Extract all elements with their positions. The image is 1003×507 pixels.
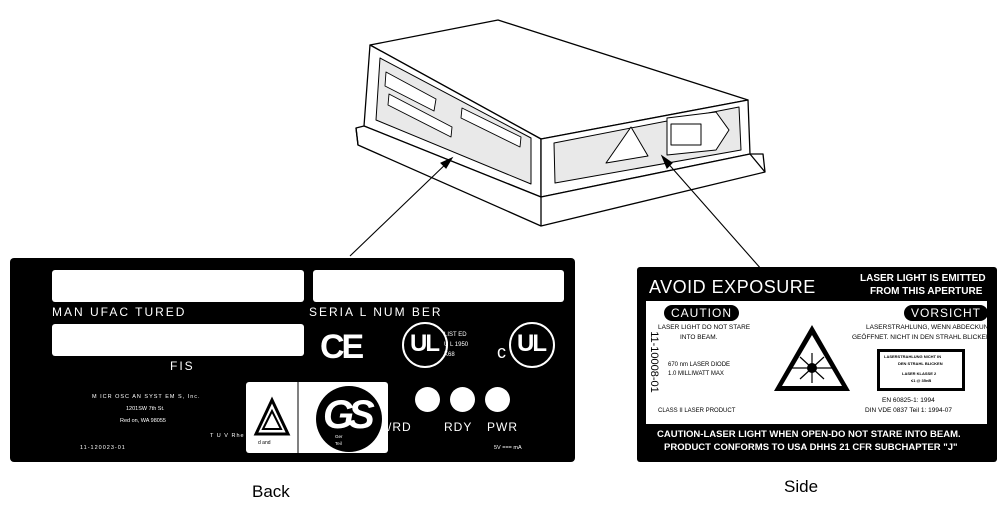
- ul-listed-text: LIST ED: [444, 332, 467, 338]
- fis-label: FIS: [170, 359, 195, 373]
- rdy-led-label: RDY: [444, 420, 473, 434]
- caution-text-2: INTO BEAM.: [680, 334, 718, 341]
- din-standard-text: DIN VDE 0837 Teil 1: 1994-07: [865, 407, 952, 414]
- gd-led-indicator: [415, 387, 440, 412]
- tuv-text: T U V Rhe: [210, 433, 245, 439]
- vorsicht-text-1: LASERSTRAHLUNG, WENN ABDECKUNG: [866, 324, 994, 331]
- diode-text-2: 1.0 MILLIWATT MAX: [668, 371, 724, 377]
- ul-mark-text: UL: [410, 330, 440, 357]
- gs-small-text-1: d and: [258, 440, 271, 446]
- avoid-exposure-heading: AVOID EXPOSURE: [649, 277, 816, 297]
- rdy-led-indicator: [450, 387, 475, 412]
- power-rating: 5V === mA: [494, 445, 522, 451]
- fis-field: [52, 324, 304, 356]
- en-standard-text: EN 60825-1: 1994: [882, 397, 935, 404]
- laser-warning-icon: [774, 325, 850, 391]
- ul-ref-text: K68: [444, 352, 455, 358]
- vertical-part-number: 11-10008-01: [648, 331, 660, 393]
- back-label-panel: MAN UFAC TURED SERIA L NUM BER FIS CE UL…: [10, 258, 575, 462]
- serial-number-field: [313, 270, 564, 302]
- back-caption: Back: [252, 482, 290, 501]
- german-box-text-3: LASER KLASSE 2: [902, 371, 937, 376]
- gs-mark-text: GS: [323, 393, 375, 437]
- company-name: M ICR OSC AN SYST EM S, Inc.: [92, 394, 201, 400]
- gs-mark-icon: GS: [316, 386, 382, 452]
- tuv-gs-badge: GS d and Ger Teil: [246, 382, 388, 453]
- aperture-text-2: FROM THIS APERTURE: [870, 286, 983, 297]
- vorsicht-badge: VORSICHT: [904, 305, 989, 321]
- german-box-text-1: LASERSTRAHLUNG NICHT IN: [884, 354, 942, 359]
- cul-mark-icon: UL: [509, 322, 555, 368]
- company-city: Red on, WA 98055: [120, 418, 166, 424]
- pwr-led-label: PWR: [487, 420, 518, 434]
- side-label-panel: AVOID EXPOSURE LASER LIGHT IS EMITTED FR…: [637, 267, 997, 462]
- c-prefix: c: [497, 342, 506, 362]
- gs-small-text-3: Teil: [335, 441, 342, 446]
- vorsicht-text-2: GEÖFFNET. NICHT IN DEN STRAHL BLICKEN: [852, 334, 991, 341]
- ul-code-text: U L 1950: [444, 342, 469, 348]
- footer-conformance-text: PRODUCT CONFORMS TO USA DHHS 21 CFR SUBC…: [664, 442, 958, 453]
- part-number: 11-120023-01: [80, 445, 126, 451]
- ce-mark: CE: [320, 328, 364, 366]
- side-label-body: CAUTION LASER LIGHT DO NOT STARE INTO BE…: [646, 301, 994, 424]
- company-street: 1201SW 7th St.: [126, 406, 165, 412]
- ul-mark-icon: UL: [402, 322, 448, 368]
- manufactured-field: [52, 270, 304, 302]
- scanner-device-illustration: [355, 19, 766, 227]
- gs-small-text-2: Ger: [335, 434, 343, 439]
- caution-text-1: LASER LIGHT DO NOT STARE: [658, 324, 751, 331]
- diode-text-1: 670 nm LASER DIODE: [668, 362, 731, 368]
- serial-number-label: SERIA L NUM BER: [309, 305, 443, 319]
- aperture-text-1: LASER LIGHT IS EMITTED: [860, 273, 986, 284]
- manufactured-label: MAN UFAC TURED: [52, 305, 187, 319]
- gd-led-label: /RD: [388, 420, 412, 434]
- footer-caution-text: CAUTION-LASER LIGHT WHEN OPEN-DO NOT STA…: [657, 429, 961, 440]
- side-caption: Side: [784, 477, 819, 496]
- german-box-text-4: ≤1 @ 35nB: [911, 378, 932, 383]
- german-warning-box: LASERSTRAHLUNG NICHT IN DEN STRAHL BLICK…: [877, 349, 965, 391]
- german-box-text-2: DEN STRAHL BLICKEN: [898, 361, 943, 366]
- cul-mark-text: UL: [517, 330, 547, 357]
- class-text: CLASS II LASER PRODUCT: [658, 408, 736, 414]
- caution-badge: CAUTION: [664, 305, 739, 321]
- pwr-led-indicator: [485, 387, 510, 412]
